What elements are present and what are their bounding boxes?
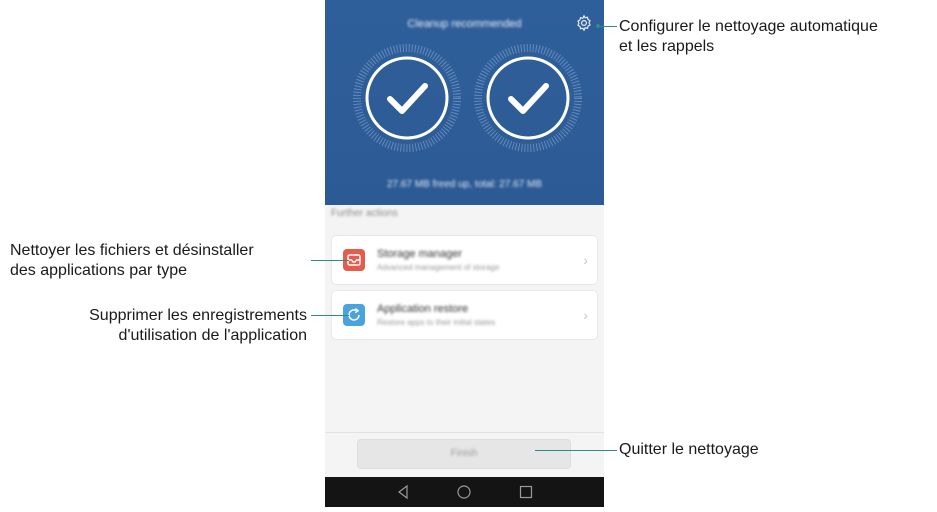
callout-storage-line1: Nettoyer les fichiers et désinstaller (10, 242, 254, 259)
storage-manager-subtitle: Advanced management of storage (377, 263, 500, 272)
chevron-right-icon: › (583, 307, 588, 323)
callout-gear-line2: et les rappels (619, 38, 715, 55)
finish-button[interactable]: Finish (357, 439, 571, 469)
phone-screen: Cleanup recommended 27.67 MB freed up, t… (325, 0, 604, 507)
bottom-divider (325, 432, 604, 433)
checkmark-icon (508, 83, 549, 114)
application-restore-card[interactable]: Application restore Restore apps to thei… (332, 291, 597, 339)
callout-storage: Nettoyer les fichiers et désinstaller de… (10, 241, 254, 281)
gear-icon[interactable] (575, 14, 593, 32)
further-actions-label: Further actions (331, 208, 398, 219)
finish-label: Finish (450, 448, 478, 459)
checkmark-icon (387, 83, 428, 114)
callout-finish: Quitter le nettoyage (619, 440, 759, 460)
application-restore-subtitle: Restore apps to their initial states (377, 318, 496, 327)
home-circle-icon[interactable] (456, 484, 472, 500)
callout-finish-line1: Quitter le nettoyage (619, 441, 759, 458)
recent-square-icon[interactable] (518, 484, 534, 500)
leader-line-finish (535, 450, 617, 451)
storage-manager-title: Storage manager (377, 248, 462, 260)
back-triangle-icon[interactable] (395, 484, 411, 500)
cleanup-ring-left (353, 44, 461, 152)
header-title: Cleanup recommended (407, 18, 522, 30)
cleanup-header: Cleanup recommended 27.67 MB freed up, t… (325, 0, 604, 205)
application-restore-title: Application restore (377, 303, 469, 315)
storage-manager-card[interactable]: Storage manager Advanced management of s… (332, 236, 597, 284)
chevron-right-icon: › (583, 252, 588, 268)
cleanup-ring-right (474, 44, 582, 152)
navigation-bar (325, 477, 604, 507)
leader-line-storage (311, 260, 349, 261)
callout-restore: Supprimer les enregistrements d'utilisat… (40, 306, 307, 346)
callout-gear: Configurer le nettoyage automatique et l… (619, 17, 878, 57)
callout-storage-line2: des applications par type (10, 262, 187, 279)
callout-restore-line2: d'utilisation de l'application (118, 327, 307, 344)
callout-restore-line1: Supprimer les enregistrements (89, 307, 307, 324)
freed-space-text: 27.67 MB freed up, total: 27.67 MB (386, 179, 543, 190)
leader-line-gear (598, 26, 617, 27)
leader-line-restore (311, 315, 349, 316)
callout-gear-line1: Configurer le nettoyage automatique (619, 18, 878, 35)
